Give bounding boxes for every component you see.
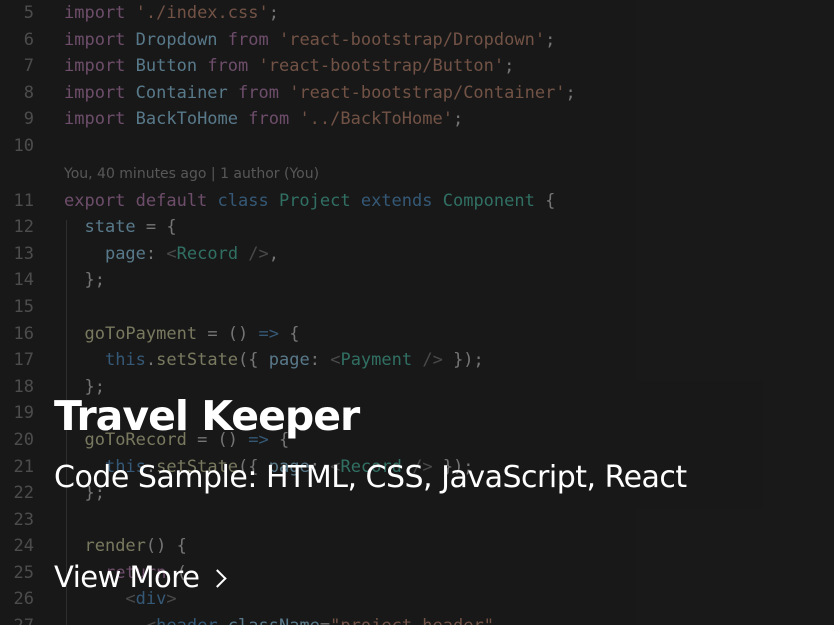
- view-more-label: View More: [54, 560, 200, 594]
- project-title: Travel Keeper: [54, 392, 360, 440]
- card-overlay: [0, 0, 834, 625]
- project-subtitle: Code Sample: HTML, CSS, JavaScript, Reac…: [54, 460, 687, 495]
- chevron-right-icon: [208, 568, 228, 588]
- view-more-link[interactable]: View More: [54, 560, 228, 594]
- project-card[interactable]: 5 import './index.css'; 6 import Dropdown f…: [0, 0, 834, 625]
